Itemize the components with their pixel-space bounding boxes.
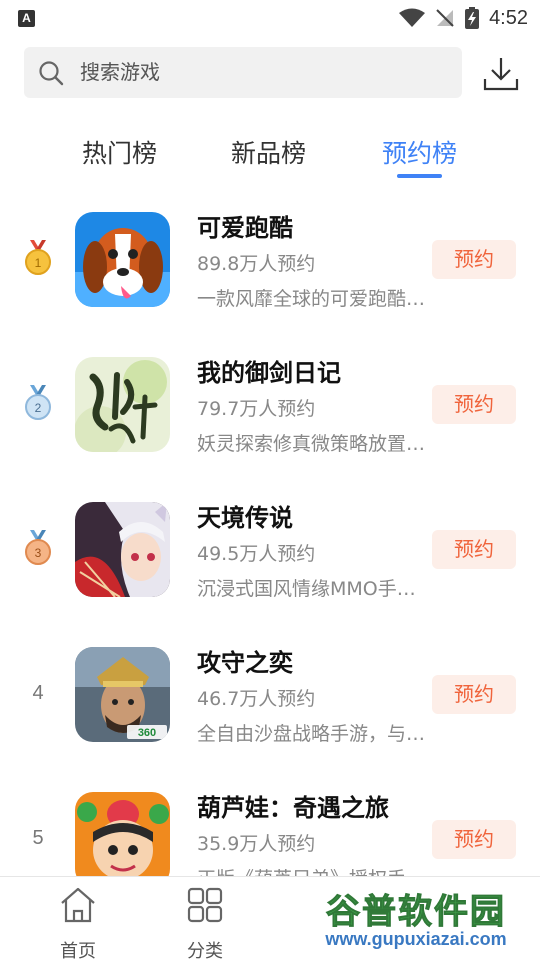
game-description: 一款风靡全球的可爱跑酷… — [197, 288, 426, 310]
list-item[interactable]: 2 我的御剑日记 79.7万人预约 妖灵探索修真微策略放置… 预约 — [0, 345, 540, 490]
bronze-medal-icon: 3 — [25, 530, 51, 565]
game-icon[interactable] — [75, 357, 170, 452]
svg-text:360: 360 — [138, 727, 156, 739]
rank-badge: 1 — [24, 240, 52, 276]
reserve-button[interactable]: 预约 — [432, 385, 516, 424]
grid-icon — [187, 887, 223, 923]
reserve-button[interactable]: 预约 — [432, 820, 516, 859]
rank-badge: 2 — [24, 385, 52, 421]
search-icon — [39, 61, 64, 86]
no-signal-icon — [436, 9, 454, 27]
tab-new[interactable]: 新品榜 — [231, 134, 306, 174]
ranking-tabs: 热门榜 新品榜 预约榜 — [0, 130, 540, 185]
home-icon — [61, 887, 95, 923]
game-icon[interactable]: 360 — [75, 647, 170, 742]
rank-badge: 5 — [24, 820, 52, 856]
game-icon[interactable] — [75, 212, 170, 307]
game-description: 全自由沙盘战略手游，与… — [197, 723, 426, 745]
nav-label: 分类 — [187, 941, 223, 962]
active-tab-indicator — [397, 174, 442, 178]
battery-charging-icon — [465, 7, 480, 29]
wifi-icon — [399, 8, 426, 27]
game-icon[interactable] — [75, 502, 170, 597]
game-title: 可爱跑酷 — [197, 214, 293, 242]
rank-number: 4 — [32, 682, 44, 704]
reservation-count: 49.5万人预约 — [197, 543, 316, 565]
gold-medal-icon: 1 — [25, 240, 51, 275]
status-bar: A 4:52 — [0, 0, 540, 36]
nav-item-home[interactable]: 首页 — [38, 885, 118, 962]
tab-reservation[interactable]: 预约榜 — [382, 134, 457, 174]
status-icons: 4:52 — [399, 6, 528, 30]
game-description: 沉浸式国风情缘MMO手… — [197, 578, 416, 600]
search-input[interactable]: 搜索游戏 — [24, 47, 462, 98]
rank-number: 2 — [35, 401, 42, 415]
notification-icon: A — [18, 10, 35, 27]
search-placeholder: 搜索游戏 — [80, 60, 160, 84]
reservation-count: 79.7万人预约 — [197, 398, 316, 420]
reserve-button[interactable]: 预约 — [432, 240, 516, 279]
list-item[interactable]: 3 天境传说 49.5万人预约 沉浸式国风情缘MMO手… 预约 — [0, 490, 540, 635]
rank-badge: 4 — [24, 675, 52, 711]
silver-medal-icon: 2 — [25, 385, 51, 420]
game-icon[interactable] — [75, 792, 170, 887]
watermark: 谷普软件园 www.gupuxiazai.com — [296, 882, 536, 954]
rank-number: 5 — [32, 827, 44, 849]
reservation-count: 46.7万人预约 — [197, 688, 316, 710]
rank-badge: 3 — [24, 530, 52, 566]
clock: 4:52 — [489, 6, 528, 29]
nav-label: 首页 — [60, 941, 96, 962]
tab-hot[interactable]: 热门榜 — [82, 134, 157, 174]
watermark-url: www.gupuxiazai.com — [325, 929, 507, 949]
watermark-title: 谷普软件园 — [326, 892, 506, 933]
download-icon[interactable] — [482, 55, 520, 93]
reservation-count: 35.9万人预约 — [197, 833, 316, 855]
nav-item-category[interactable]: 分类 — [165, 885, 245, 962]
rank-number: 3 — [35, 546, 42, 560]
game-title: 葫芦娃：奇遇之旅 — [197, 794, 389, 822]
reserve-button[interactable]: 预约 — [432, 675, 516, 714]
list-item[interactable]: 4 360 攻守之奕 46.7万人预约 全自由沙盘战略手游，与… 预约 — [0, 635, 540, 780]
rank-number: 1 — [35, 256, 42, 270]
search-row: 搜索游戏 — [0, 47, 540, 99]
game-title: 我的御剑日记 — [197, 359, 341, 387]
reservation-count: 89.8万人预约 — [197, 253, 316, 275]
game-title: 攻守之奕 — [197, 649, 293, 677]
list-item[interactable]: 1 可爱跑酷 89.8万人预约 一款风靡全球的可爱跑酷… 预约 — [0, 200, 540, 345]
game-title: 天境传说 — [197, 504, 293, 532]
game-description: 妖灵探索修真微策略放置… — [197, 433, 426, 455]
reserve-button[interactable]: 预约 — [432, 530, 516, 569]
